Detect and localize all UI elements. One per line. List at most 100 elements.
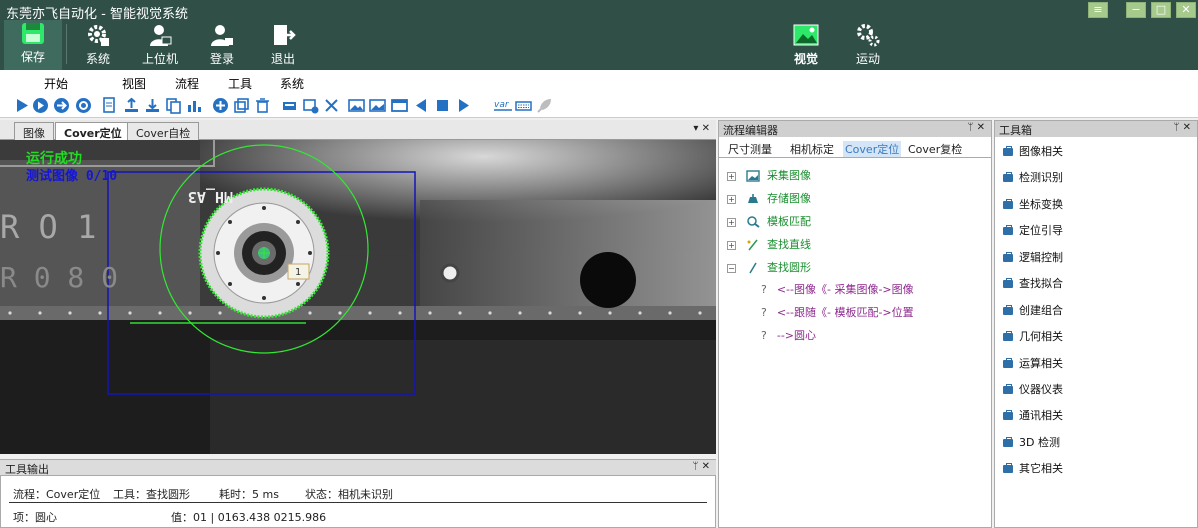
flow-node-label: 查找直线	[767, 238, 811, 251]
motion-button[interactable]: 运动	[850, 22, 886, 68]
output-divider	[9, 502, 707, 503]
motion-label: 运动	[855, 52, 880, 66]
toolbox-item-instrument[interactable]: 仪器仪表	[1003, 381, 1063, 397]
duplicate-icon[interactable]	[233, 97, 250, 114]
flow-param-image[interactable]: ? <--图像《- 采集图像->图像	[761, 281, 914, 297]
exit-button[interactable]: 退出	[266, 22, 300, 68]
new-file-icon[interactable]	[101, 97, 118, 114]
flow-tab-cover-recheck[interactable]: Cover复检	[908, 141, 962, 157]
image-list-icon[interactable]	[369, 97, 386, 114]
main-toolbar: 东莞亦飞自动化 - 智能视觉系统 ≡ − □ ✕ 保存 系统 上位机 登录 退出…	[0, 0, 1198, 70]
flow-node-capture[interactable]: + 采集图像	[727, 167, 811, 183]
flow-node-find-line[interactable]: + 查找直线	[727, 236, 811, 252]
param-unset-marker: ?	[761, 329, 767, 342]
toolbox-item-coord[interactable]: 坐标变换	[1003, 196, 1063, 212]
vision-image-icon	[788, 22, 824, 48]
next-icon[interactable]	[455, 97, 472, 114]
run-icon[interactable]	[14, 97, 31, 114]
tab-cover-selfcheck[interactable]: Cover自检	[127, 122, 200, 140]
find-line-icon	[747, 239, 758, 251]
toolbox-item-3d[interactable]: 3D 检测	[1003, 434, 1060, 450]
test-image-counter: 测试图像 0/10	[26, 168, 117, 184]
toolbox-item-compute[interactable]: 运算相关	[1003, 355, 1063, 371]
device-icon[interactable]	[281, 97, 298, 114]
flow-tab-calibration[interactable]: 相机标定	[790, 141, 834, 157]
menu-flow[interactable]: 流程	[175, 75, 199, 92]
login-button[interactable]: 登录	[204, 22, 240, 68]
flow-param-follow[interactable]: ? <--跟随《- 模板匹配->位置	[761, 304, 914, 320]
stats-icon[interactable]	[186, 97, 203, 114]
flow-editor-controls[interactable]: ᛘ ✕	[967, 122, 985, 133]
motion-gears-icon	[850, 22, 886, 48]
tab-image[interactable]: 图像	[14, 122, 54, 140]
flow-param-center[interactable]: ? -->圆心	[761, 327, 816, 343]
system-button[interactable]: 系统	[78, 22, 118, 68]
flow-tab-measure[interactable]: 尺寸测量	[728, 141, 772, 157]
toolbox-item-fit[interactable]: 查找拟合	[1003, 275, 1063, 291]
camera-image-view[interactable]: MH_A3 R O 1 R 0 8 0 1 运行成功 测试图像 0/10	[0, 140, 716, 454]
image-icon[interactable]	[348, 97, 365, 114]
toolbox-bag-icon	[1003, 278, 1013, 288]
minimize-button[interactable]: −	[1126, 2, 1146, 18]
maximize-button[interactable]: □	[1151, 2, 1171, 18]
toolbox-item-geometry[interactable]: 几何相关	[1003, 328, 1063, 344]
flow-node-find-circle[interactable]: − 查找圆形	[727, 259, 811, 275]
tool-output-controls[interactable]: ᛘ ✕	[692, 461, 710, 472]
menu-tools[interactable]: 工具	[228, 75, 252, 92]
close-button[interactable]: ✕	[1176, 2, 1196, 18]
menu-window-button[interactable]: ≡	[1088, 2, 1108, 18]
output-flow: 流程：Cover定位	[13, 488, 101, 501]
collapse-icon[interactable]: −	[727, 263, 736, 273]
save-button[interactable]: 保存	[4, 20, 62, 70]
expand-icon[interactable]: +	[727, 240, 736, 250]
delete-icon[interactable]	[254, 97, 271, 114]
toolbox-controls[interactable]: ᛘ ✕	[1173, 122, 1191, 133]
toolbox-item-image[interactable]: 图像相关	[1003, 143, 1063, 159]
flow-node-save[interactable]: + 存储图像	[727, 190, 811, 206]
add-icon[interactable]	[212, 97, 229, 114]
flow-node-label: 模板匹配	[767, 215, 811, 228]
copy-icon[interactable]	[165, 97, 182, 114]
menu-system[interactable]: 系统	[280, 75, 304, 92]
printed-text-row1: R O 1	[0, 208, 96, 246]
host-computer-button[interactable]: 上位机	[138, 22, 182, 68]
output-item: 项：圆心	[13, 511, 57, 524]
toolbox-bag-icon	[1003, 463, 1013, 473]
rocket-icon[interactable]	[536, 97, 553, 114]
variable-icon[interactable]: var	[493, 97, 513, 114]
toolbox-item-compose[interactable]: 创建组合	[1003, 302, 1063, 318]
toolbox-item-detect[interactable]: 检测识别	[1003, 169, 1063, 185]
settings-tools-icon[interactable]	[323, 97, 340, 114]
add-device-icon[interactable]	[302, 97, 319, 114]
tab-bar-controls[interactable]: ▾ ✕	[693, 123, 710, 134]
tab-cover-locate[interactable]: Cover定位	[55, 122, 131, 140]
toolbox-item-guide[interactable]: 定位引导	[1003, 222, 1063, 238]
flow-tab-cover-locate[interactable]: Cover定位	[843, 141, 902, 157]
previous-icon[interactable]	[413, 97, 430, 114]
stop-icon[interactable]	[434, 97, 451, 114]
expand-icon[interactable]: +	[727, 194, 736, 204]
menu-start[interactable]: 开始	[44, 75, 68, 92]
param-label: <--图像《- 采集图像->图像	[776, 283, 914, 296]
upload-icon[interactable]	[123, 97, 140, 114]
run-step-icon[interactable]	[53, 97, 70, 114]
toolbox-panel: 工具箱 ᛘ ✕ 图像相关 检测识别 坐标变换 定位引导 逻辑控制 查找拟合 创建…	[994, 120, 1198, 528]
login-label: 登录	[209, 52, 234, 66]
expand-icon[interactable]: +	[727, 171, 736, 181]
vision-button[interactable]: 视觉	[788, 22, 824, 68]
toolbox-item-logic[interactable]: 逻辑控制	[1003, 249, 1063, 265]
flow-node-template[interactable]: + 模板匹配	[727, 213, 811, 229]
run-once-icon[interactable]	[32, 97, 49, 114]
download-icon[interactable]	[144, 97, 161, 114]
match-marker-label: 1	[295, 267, 301, 278]
menu-view[interactable]: 视图	[122, 75, 146, 92]
toolbox-bag-icon	[1003, 410, 1013, 420]
toolbox-item-comm[interactable]: 通讯相关	[1003, 407, 1063, 423]
param-label: <--跟随《- 模板匹配->位置	[776, 306, 914, 319]
find-circle-icon	[748, 262, 757, 274]
loop-run-icon[interactable]	[75, 97, 92, 114]
expand-icon[interactable]: +	[727, 217, 736, 227]
window-icon[interactable]	[391, 97, 408, 114]
keyboard-icon[interactable]	[515, 97, 532, 114]
toolbox-item-other[interactable]: 其它相关	[1003, 460, 1063, 476]
